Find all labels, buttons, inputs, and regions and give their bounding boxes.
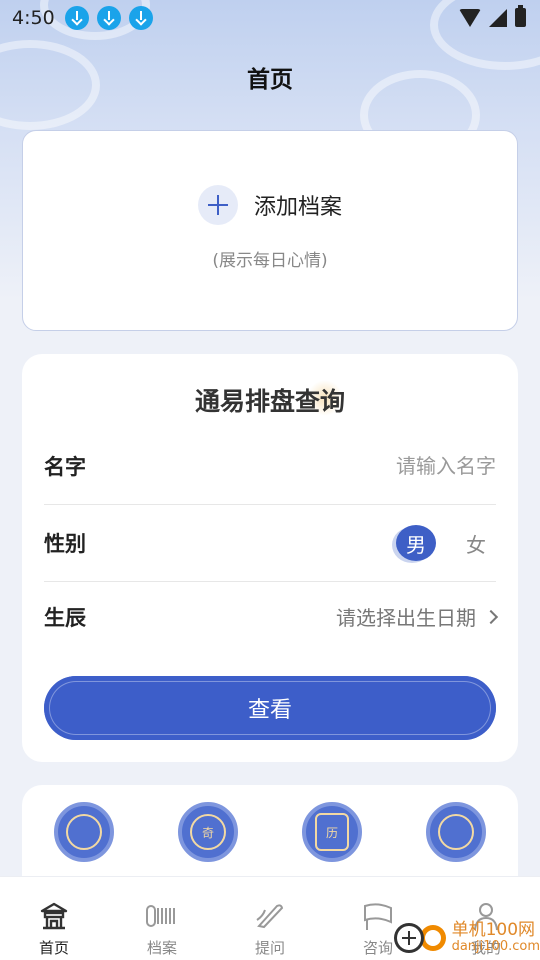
watermark-text: 单机100网 danji100.com (451, 919, 540, 954)
bagua-icon (66, 814, 102, 850)
battery-charging-icon (515, 5, 526, 27)
name-label: 名字 (44, 455, 86, 479)
chevron-right-icon (483, 609, 499, 624)
tab-home-label: 首页 (38, 939, 69, 957)
birth-label: 生辰 (44, 605, 86, 630)
bagua-tool-button[interactable] (54, 802, 114, 862)
gender-female-option[interactable]: 女 (466, 529, 486, 558)
daily-mood-hint: (展示每日心情) (212, 251, 328, 271)
scroll-icon (144, 899, 180, 933)
signal-icon (489, 8, 507, 27)
status-bar: 4:50 (0, 0, 540, 36)
tab-ask-label: 提问 (254, 939, 285, 957)
gender-selector: 男 女 (396, 525, 496, 561)
chart-query-card: 通易排盘查询 名字 性别 男 女 生辰 请选择出生日期 查看 (22, 354, 518, 762)
calendar-icon-text: 历 (325, 825, 338, 840)
gender-male-option[interactable]: 男 (396, 525, 436, 561)
name-row: 名字 (44, 428, 496, 505)
gender-row: 性别 男 女 (44, 505, 496, 582)
calendar-tool-button[interactable]: 历 (302, 802, 362, 862)
watermark-title: 单机100网 (451, 919, 536, 940)
birth-row[interactable]: 生辰 请选择出生日期 (44, 578, 499, 655)
tab-consult-label: 咨询 (362, 939, 393, 957)
site-watermark: 单机100网 danji100.com (394, 915, 540, 960)
flag-icon (361, 899, 395, 933)
tab-home[interactable]: 首页 (0, 877, 108, 960)
calendar-icon: 历 (315, 813, 349, 851)
name-input[interactable] (276, 454, 496, 478)
download-icon (128, 6, 153, 30)
tab-ask[interactable]: 提问 (216, 877, 324, 960)
add-profile-label: 添加档案 (253, 195, 342, 220)
qimen-icon: 奇 (190, 814, 226, 850)
birth-date-placeholder: 请选择出生日期 (336, 606, 476, 630)
home-pavilion-icon (38, 899, 70, 933)
qimen-icon-text: 奇 (201, 825, 214, 840)
brush-icon (253, 899, 287, 933)
compass-tool-button[interactable] (426, 802, 486, 862)
query-card-title: 通易排盘查询 (194, 387, 345, 416)
status-time: 4:50 (12, 7, 55, 29)
tab-archive[interactable]: 档案 (108, 877, 216, 960)
compass-icon (438, 814, 474, 850)
download-icon (64, 6, 89, 30)
watermark-url: danji100.com (451, 938, 540, 954)
status-icons (459, 5, 526, 27)
tab-archive-label: 档案 (146, 939, 177, 957)
watermark-plus-icon (394, 922, 424, 953)
add-profile-card[interactable]: 添加档案 (展示每日心情) (22, 130, 518, 331)
qimen-tool-button[interactable]: 奇 (178, 802, 238, 862)
gender-label: 性别 (44, 532, 86, 556)
download-icon (96, 6, 121, 30)
page-title: 首页 (247, 67, 293, 93)
wifi-icon (459, 8, 481, 27)
birth-date-picker[interactable]: 请选择出生日期 (336, 602, 499, 631)
add-profile-button[interactable]: 添加档案 (23, 185, 517, 225)
view-button[interactable]: 查看 (44, 676, 496, 740)
plus-icon (197, 185, 238, 225)
